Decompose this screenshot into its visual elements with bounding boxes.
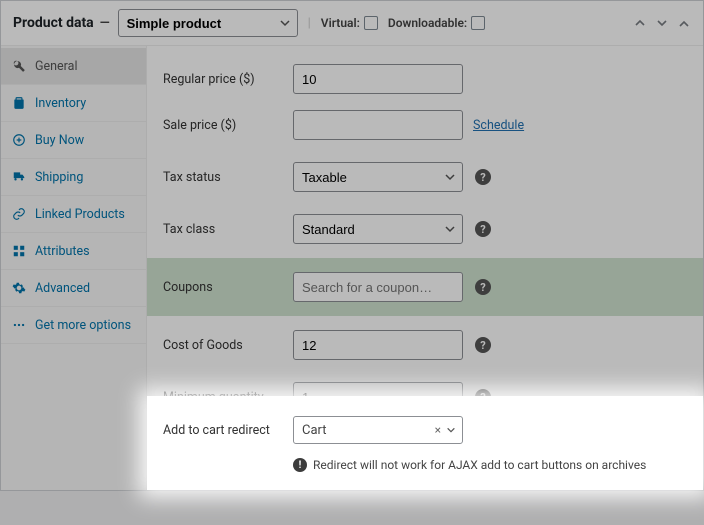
tab-label: Inventory <box>35 96 86 111</box>
redirect-label: Add to cart redirect <box>163 423 293 438</box>
tab-advanced[interactable]: Advanced <box>1 270 146 307</box>
product-data-panel: Product data — Simple product | Virtual:… <box>0 0 704 491</box>
tab-label: Attributes <box>35 244 90 259</box>
virtual-checkbox[interactable] <box>364 16 378 30</box>
wrench-icon <box>11 58 27 74</box>
collapse-icon[interactable] <box>677 16 691 30</box>
coupons-input[interactable] <box>293 272 463 302</box>
tab-label: Advanced <box>35 281 90 296</box>
cog-label: Cost of Goods <box>163 338 293 353</box>
tab-label: Shipping <box>35 170 83 185</box>
product-type-select[interactable]: Simple product <box>118 9 298 37</box>
tax-class-select[interactable]: Standard <box>293 214 463 244</box>
dash: — <box>100 16 110 31</box>
panel-header: Product data — Simple product | Virtual:… <box>1 1 703 46</box>
clipboard-icon <box>11 95 27 111</box>
regular-price-label: Regular price ($) <box>163 72 293 87</box>
gear-icon <box>11 280 27 296</box>
separator: | <box>308 16 311 31</box>
tab-label: Get more options <box>35 318 131 333</box>
truck-icon <box>11 169 27 185</box>
info-icon: ! <box>293 458 307 472</box>
tab-label: Buy Now <box>35 133 84 148</box>
help-icon[interactable]: ? <box>475 221 491 237</box>
plus-circle-icon <box>11 132 27 148</box>
redirect-notice: ! Redirect will not work for AJAX add to… <box>293 458 683 472</box>
regular-price-input[interactable] <box>293 64 463 94</box>
redirect-value: Cart <box>302 423 327 438</box>
sale-price-label: Sale price ($) <box>163 118 293 133</box>
tax-status-select[interactable]: Taxable <box>293 162 463 192</box>
schedule-link[interactable]: Schedule <box>473 118 524 133</box>
coupons-label: Coupons <box>163 280 293 295</box>
help-icon[interactable]: ? <box>475 169 491 185</box>
tab-label: Linked Products <box>35 207 125 222</box>
clear-icon[interactable]: × <box>435 423 441 437</box>
virtual-label: Virtual: <box>321 16 360 30</box>
tab-label: General <box>35 59 78 74</box>
link-icon <box>11 206 27 222</box>
grid-icon <box>11 243 27 259</box>
tabs-sidebar: General Inventory Buy Now Shipping Linked Pr… <box>1 46 147 490</box>
tab-more[interactable]: Get more options <box>1 307 146 344</box>
notice-text: Redirect will not work for AJAX add to c… <box>313 458 646 472</box>
redirect-select[interactable]: Cart × <box>293 416 463 444</box>
cog-input[interactable] <box>293 330 463 360</box>
panel-title: Product data <box>13 15 94 31</box>
downloadable-checkbox[interactable] <box>471 16 485 30</box>
chevron-up-icon[interactable] <box>633 16 647 30</box>
chevron-down-icon[interactable] <box>655 16 669 30</box>
highlight-region: Add to cart redirect Cart × ! Redirect w… <box>147 396 703 490</box>
tab-general[interactable]: General <box>1 48 146 85</box>
tab-linked[interactable]: Linked Products <box>1 196 146 233</box>
chevron-down-icon <box>446 425 456 435</box>
sale-price-input[interactable] <box>293 110 463 140</box>
help-icon[interactable]: ? <box>475 279 491 295</box>
tax-class-label: Tax class <box>163 222 293 237</box>
downloadable-label: Downloadable: <box>388 16 467 30</box>
ellipsis-icon <box>11 317 27 333</box>
tab-buynow[interactable]: Buy Now <box>1 122 146 159</box>
help-icon[interactable]: ? <box>475 337 491 353</box>
tab-inventory[interactable]: Inventory <box>1 85 146 122</box>
tab-attributes[interactable]: Attributes <box>1 233 146 270</box>
tab-shipping[interactable]: Shipping <box>1 159 146 196</box>
tax-status-label: Tax status <box>163 170 293 185</box>
